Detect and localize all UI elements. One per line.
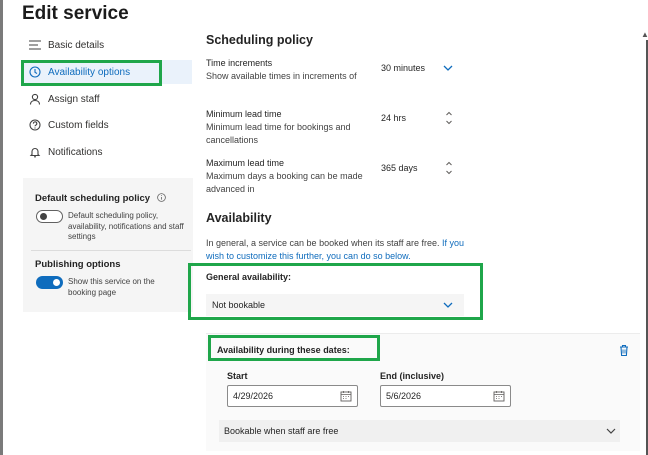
sidebar-item-notifications[interactable]: Notifications bbox=[24, 140, 192, 164]
card-divider bbox=[31, 250, 191, 251]
sidebar-item-label: Assign staff bbox=[48, 93, 100, 105]
sidebar-item-label: Notifications bbox=[48, 146, 103, 158]
time-increments-desc: Show available times in increments of bbox=[206, 71, 357, 81]
person-icon bbox=[28, 92, 42, 106]
general-availability-label: General availability: bbox=[206, 272, 292, 282]
publishing-toggle[interactable] bbox=[36, 276, 63, 289]
default-policy-toggle[interactable] bbox=[36, 210, 63, 223]
list-icon bbox=[28, 38, 42, 52]
availability-intro-text: In general, a service can be booked when… bbox=[206, 238, 440, 248]
calendar-icon[interactable] bbox=[493, 390, 505, 402]
bookable-mode-value: Bookable when staff are free bbox=[224, 426, 339, 436]
scheduling-heading: Scheduling policy bbox=[206, 33, 313, 47]
sidebar-item-label: Custom fields bbox=[48, 119, 109, 131]
sidebar-item-label: Availability options bbox=[48, 66, 131, 78]
min-lead-desc: Minimum lead time for bookings and cance… bbox=[206, 122, 351, 145]
start-date-input[interactable]: 4/29/2026 bbox=[227, 385, 358, 407]
availability-heading: Availability bbox=[206, 211, 272, 225]
sidebar-item-custom-fields[interactable]: Custom fields bbox=[24, 113, 192, 137]
publishing-description: Show this service on the booking page bbox=[68, 277, 155, 297]
general-availability-value: Not bookable bbox=[212, 300, 266, 310]
min-lead-value: 24 hrs bbox=[381, 113, 407, 123]
question-icon bbox=[28, 118, 42, 132]
page-title: Edit service bbox=[22, 3, 129, 24]
sidebar-item-label: Basic details bbox=[48, 39, 105, 51]
info-icon[interactable] bbox=[156, 193, 166, 205]
default-policy-title: Default scheduling policy bbox=[35, 193, 166, 205]
time-increments-dropdown[interactable]: 30 minutes bbox=[376, 58, 458, 78]
clock-icon bbox=[28, 65, 42, 79]
default-policy-description: Default scheduling policy, availability,… bbox=[68, 211, 184, 241]
availability-intro: In general, a service can be booked when… bbox=[206, 237, 464, 262]
delete-icon[interactable] bbox=[618, 344, 630, 357]
time-increments-value: 30 minutes bbox=[381, 63, 426, 73]
max-lead-value: 365 days bbox=[381, 163, 418, 173]
max-lead-desc: Maximum days a booking can be made advan… bbox=[206, 171, 363, 194]
max-lead-title: Maximum lead time bbox=[206, 158, 285, 168]
general-availability-dropdown[interactable]: Not bookable bbox=[206, 294, 464, 316]
chevron-down-icon bbox=[443, 302, 453, 308]
sidebar-item-basic-details[interactable]: Basic details bbox=[24, 33, 192, 57]
end-date-input[interactable]: 5/6/2026 bbox=[380, 385, 511, 407]
stepper-arrows-icon[interactable] bbox=[445, 109, 453, 127]
max-lead-stepper[interactable]: 365 days bbox=[376, 156, 458, 180]
calendar-icon[interactable] bbox=[340, 390, 352, 402]
chevron-down-icon bbox=[606, 428, 616, 434]
min-lead-title: Minimum lead time bbox=[206, 109, 282, 119]
start-label: Start bbox=[227, 371, 248, 381]
time-increments-title: Time increments bbox=[206, 58, 273, 68]
sidebar-item-availability-options[interactable]: Availability options bbox=[24, 60, 192, 84]
scroll-up-icon[interactable]: ▲ bbox=[641, 30, 648, 39]
end-date-value: 5/6/2026 bbox=[386, 391, 422, 401]
bookable-mode-dropdown[interactable]: Bookable when staff are free bbox=[219, 420, 620, 442]
date-range-label: Availability during these dates: bbox=[217, 345, 350, 355]
sidebar-item-assign-staff[interactable]: Assign staff bbox=[24, 87, 192, 111]
window-edge bbox=[0, 0, 3, 455]
min-lead-stepper[interactable]: 24 hrs bbox=[376, 106, 458, 130]
stepper-arrows-icon[interactable] bbox=[445, 159, 453, 177]
end-label: End (inclusive) bbox=[380, 371, 445, 381]
bell-icon bbox=[28, 145, 42, 159]
start-date-value: 4/29/2026 bbox=[233, 391, 274, 401]
chevron-down-icon bbox=[443, 65, 453, 71]
publishing-title: Publishing options bbox=[35, 259, 121, 270]
